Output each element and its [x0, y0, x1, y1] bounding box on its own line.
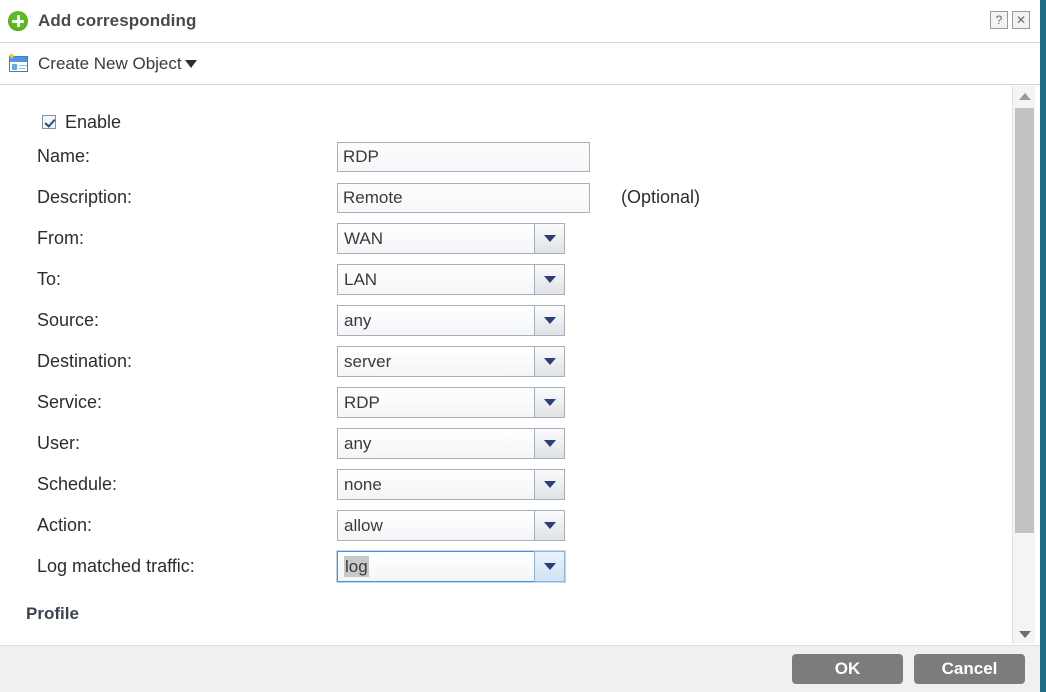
chevron-down-icon[interactable]: [534, 387, 565, 418]
field-row: Action: allow: [0, 505, 1012, 546]
enable-checkbox[interactable]: [42, 115, 56, 129]
vertical-scrollbar[interactable]: [1012, 86, 1035, 644]
field-label: Log matched traffic:: [37, 556, 195, 576]
field-label: Source:: [37, 310, 100, 330]
field-label: From:: [37, 228, 84, 248]
field-label: To:: [37, 269, 62, 289]
create-new-object-menu[interactable]: ✦ Create New Object: [0, 43, 197, 84]
dialog-title: Add corresponding: [38, 11, 197, 30]
chevron-down-icon[interactable]: [534, 346, 565, 377]
field-row: Source: any: [0, 300, 1012, 341]
right-edge-strip: [1040, 0, 1046, 692]
cancel-button[interactable]: Cancel: [914, 654, 1025, 684]
profile-section-heading: Profile: [26, 604, 79, 623]
create-new-object-bar: ✦ Create New Object: [0, 43, 1040, 85]
field-label: Destination:: [37, 351, 133, 371]
field-label: Description:: [37, 187, 133, 207]
field-row: Log matched traffic: log: [0, 546, 1012, 587]
enable-label: Enable: [65, 111, 122, 132]
chevron-down-icon[interactable]: [534, 551, 565, 582]
select-value-text: log: [344, 555, 369, 577]
select-control[interactable]: none: [337, 469, 565, 500]
field-label: User:: [37, 433, 81, 453]
field-label: Name:: [37, 146, 91, 166]
chevron-down-icon[interactable]: [534, 428, 565, 459]
text-input[interactable]: [337, 182, 590, 213]
dialog-titlebar: Add corresponding ? ✕: [0, 0, 1040, 43]
select-control[interactable]: any: [337, 428, 565, 459]
plus-circle-icon: [8, 11, 28, 31]
window-controls: ? ✕: [990, 11, 1030, 29]
select-control[interactable]: log: [337, 551, 565, 582]
select-control[interactable]: LAN: [337, 264, 565, 295]
select-control[interactable]: allow: [337, 510, 565, 541]
field-row: Destination: server: [0, 341, 1012, 382]
dialog-footer: OK Cancel: [0, 645, 1040, 692]
field-label: Action:: [37, 515, 93, 535]
caret-down-icon: [184, 59, 197, 68]
ok-button[interactable]: OK: [792, 654, 903, 684]
chevron-down-icon[interactable]: [534, 305, 565, 336]
enable-row: Enable: [0, 108, 1012, 136]
field-label: Schedule:: [37, 474, 118, 494]
field-row: Schedule: none: [0, 464, 1012, 505]
create-new-object-label: Create New Object: [38, 53, 182, 73]
select-control[interactable]: WAN: [337, 223, 565, 254]
field-row: Name:: [0, 136, 1012, 177]
field-row: User: any: [0, 423, 1012, 464]
field-row: To: LAN: [0, 259, 1012, 300]
select-value: allow: [344, 515, 383, 535]
field-row: Description: (Optional): [0, 177, 1012, 218]
select-control[interactable]: server: [337, 346, 565, 377]
chevron-down-icon[interactable]: [534, 264, 565, 295]
select-value: any: [344, 310, 372, 330]
text-input[interactable]: [337, 141, 590, 172]
close-button[interactable]: ✕: [1012, 11, 1030, 29]
optional-note: (Optional): [621, 187, 701, 207]
help-button[interactable]: ?: [990, 11, 1008, 29]
select-value: server: [344, 351, 392, 371]
chevron-down-icon[interactable]: [534, 469, 565, 500]
scroll-down-arrow-icon[interactable]: [1013, 624, 1036, 644]
select-value: log: [344, 555, 369, 577]
scroll-up-arrow-icon[interactable]: [1013, 86, 1036, 106]
chevron-down-icon[interactable]: [534, 510, 565, 541]
dialog-body: Enable Name: Description: (Optional) From: W…: [0, 86, 1012, 644]
select-value: LAN: [344, 269, 378, 289]
new-object-card-icon: ✦: [7, 51, 28, 72]
add-corresponding-dialog: Add corresponding ? ✕ ✦ Create New Objec…: [0, 0, 1046, 692]
field-label: Service:: [37, 392, 103, 412]
select-control[interactable]: RDP: [337, 387, 565, 418]
field-list: Name: Description: (Optional) From: WAN To: LA…: [0, 136, 1012, 587]
select-value: any: [344, 433, 372, 453]
select-value: none: [344, 474, 382, 494]
chevron-down-icon[interactable]: [534, 223, 565, 254]
select-control[interactable]: any: [337, 305, 565, 336]
field-row: From: WAN: [0, 218, 1012, 259]
scrollbar-thumb[interactable]: [1015, 108, 1034, 533]
field-row: Service: RDP: [0, 382, 1012, 423]
select-value: RDP: [344, 392, 380, 412]
select-value: WAN: [344, 228, 384, 248]
